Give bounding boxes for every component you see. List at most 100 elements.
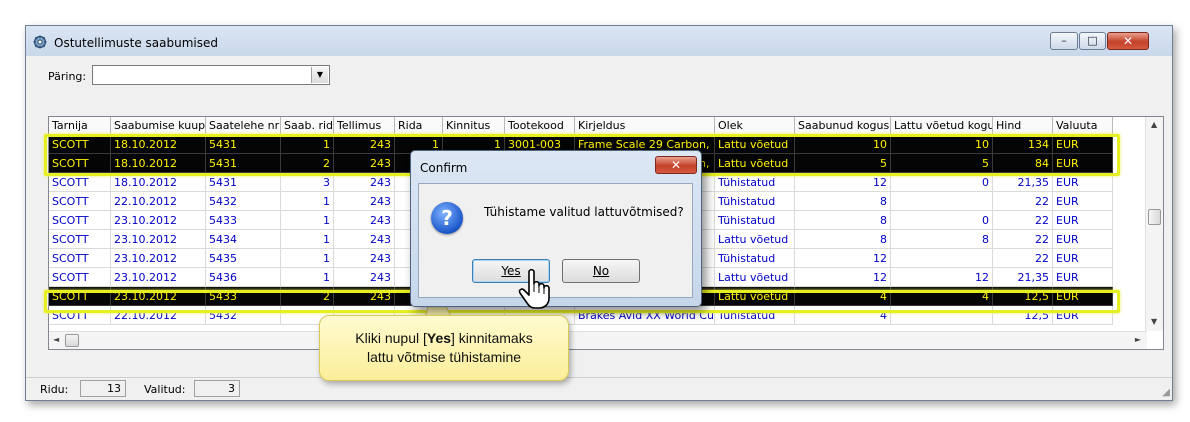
column-header[interactable]: Olek bbox=[715, 117, 795, 135]
table-cell[interactable]: 12 bbox=[891, 268, 993, 287]
table-cell[interactable]: EUR bbox=[1053, 268, 1113, 287]
status-bar: Ridu: 13 Valitud: 3 ◢ bbox=[26, 377, 1172, 400]
callout-text-pre: Kliki nupul [ bbox=[355, 330, 427, 346]
table-cell[interactable]: Tühistatud bbox=[715, 249, 795, 268]
table-cell[interactable]: 22 bbox=[993, 211, 1053, 230]
column-header[interactable]: Valuuta bbox=[1053, 117, 1113, 135]
hand-cursor-icon bbox=[518, 268, 550, 309]
maximize-button[interactable]: □ bbox=[1079, 32, 1106, 50]
query-select[interactable]: ▼ bbox=[92, 65, 330, 85]
column-header[interactable]: Tarnija bbox=[49, 117, 111, 135]
dialog-title: Confirm bbox=[420, 161, 468, 175]
table-cell[interactable]: 22 bbox=[993, 230, 1053, 249]
table-cell[interactable]: SCOTT bbox=[49, 192, 111, 211]
column-header[interactable]: Kinnitus bbox=[443, 117, 505, 135]
minimize-icon: – bbox=[1061, 34, 1067, 47]
table-cell[interactable]: 1 bbox=[281, 211, 334, 230]
table-cell[interactable]: 243 bbox=[334, 230, 395, 249]
table-cell[interactable]: 5436 bbox=[206, 268, 281, 287]
table-cell[interactable]: EUR bbox=[1053, 192, 1113, 211]
scroll-right-icon[interactable]: ► bbox=[1135, 335, 1141, 344]
no-button-label: No bbox=[592, 264, 610, 278]
column-header[interactable]: Saatelehe nr bbox=[206, 117, 281, 135]
horizontal-scrollbar[interactable]: ◄ ► bbox=[49, 331, 1147, 349]
table-cell[interactable]: Tühistatud bbox=[715, 211, 795, 230]
column-header[interactable]: Lattu võetud kogus bbox=[891, 117, 993, 135]
table-cell[interactable]: 243 bbox=[334, 249, 395, 268]
close-icon: ✕ bbox=[1122, 34, 1134, 48]
table-cell[interactable]: 12 bbox=[795, 249, 891, 268]
title-bar[interactable]: Ostutellimuste saabumised – □ ✕ bbox=[26, 26, 1172, 56]
rows-count-label: Ridu: bbox=[40, 383, 69, 396]
table-cell[interactable]: 5432 bbox=[206, 192, 281, 211]
table-cell[interactable]: SCOTT bbox=[49, 268, 111, 287]
column-header[interactable]: Saabunud kogus bbox=[795, 117, 891, 135]
table-cell[interactable]: 5433 bbox=[206, 211, 281, 230]
table-cell[interactable]: 22 bbox=[993, 249, 1053, 268]
table-cell[interactable]: 23.10.2012 bbox=[111, 230, 206, 249]
vertical-scroll-thumb[interactable] bbox=[1148, 209, 1161, 225]
table-cell[interactable]: 8 bbox=[795, 211, 891, 230]
no-button[interactable]: No bbox=[562, 259, 640, 283]
table-cell[interactable]: 22 bbox=[993, 192, 1053, 211]
selected-count-value: 3 bbox=[194, 380, 240, 397]
vertical-scrollbar[interactable]: ▲ ▼ bbox=[1145, 117, 1163, 331]
column-header[interactable]: Saabumise kuup. bbox=[111, 117, 206, 135]
minimize-button[interactable]: – bbox=[1050, 32, 1078, 50]
table-cell[interactable]: 1 bbox=[281, 192, 334, 211]
question-icon: ? bbox=[431, 202, 463, 234]
table-cell[interactable]: 243 bbox=[334, 192, 395, 211]
table-cell[interactable]: EUR bbox=[1053, 230, 1113, 249]
table-cell[interactable]: 21,35 bbox=[993, 268, 1053, 287]
table-cell[interactable] bbox=[891, 192, 993, 211]
column-header[interactable]: Tellimus bbox=[334, 117, 395, 135]
table-cell[interactable] bbox=[891, 249, 993, 268]
instruction-callout: Kliki nupul [Yes] kinnitamaks lattu võtm… bbox=[319, 315, 569, 381]
table-cell[interactable]: EUR bbox=[1053, 249, 1113, 268]
app-icon bbox=[33, 35, 47, 49]
table-cell[interactable]: EUR bbox=[1053, 211, 1113, 230]
scroll-left-icon[interactable]: ◄ bbox=[53, 335, 59, 344]
table-cell[interactable]: 8 bbox=[891, 230, 993, 249]
scroll-down-icon[interactable]: ▼ bbox=[1151, 317, 1157, 326]
table-cell[interactable]: 0 bbox=[891, 211, 993, 230]
table-cell[interactable]: SCOTT bbox=[49, 249, 111, 268]
close-icon: ✕ bbox=[670, 158, 682, 172]
table-cell[interactable]: 22.10.2012 bbox=[111, 192, 206, 211]
column-header[interactable]: Rida bbox=[395, 117, 443, 135]
chevron-down-icon[interactable]: ▼ bbox=[311, 67, 328, 83]
table-cell[interactable]: 243 bbox=[334, 268, 395, 287]
dialog-message: Tühistame valitud lattuvõtmised? bbox=[484, 205, 684, 219]
table-cell[interactable]: 8 bbox=[795, 192, 891, 211]
dialog-close-button[interactable]: ✕ bbox=[655, 156, 697, 174]
table-cell[interactable]: 243 bbox=[334, 211, 395, 230]
column-header[interactable]: Saab. rida bbox=[281, 117, 334, 135]
selected-count-label: Valitud: bbox=[144, 383, 186, 396]
table-cell[interactable]: Lattu võetud bbox=[715, 230, 795, 249]
table-cell[interactable]: 23.10.2012 bbox=[111, 249, 206, 268]
table-cell[interactable]: 23.10.2012 bbox=[111, 211, 206, 230]
table-cell[interactable]: 8 bbox=[795, 230, 891, 249]
callout-text-bold: Yes bbox=[426, 330, 452, 346]
window-title: Ostutellimuste saabumised bbox=[54, 36, 219, 50]
table-cell[interactable]: SCOTT bbox=[49, 230, 111, 249]
table-cell[interactable]: 23.10.2012 bbox=[111, 268, 206, 287]
table-cell[interactable]: 1 bbox=[281, 230, 334, 249]
column-header[interactable]: Tootekood bbox=[505, 117, 575, 135]
horizontal-scroll-thumb[interactable] bbox=[65, 334, 79, 347]
table-cell[interactable]: SCOTT bbox=[49, 211, 111, 230]
table-cell[interactable]: Tühistatud bbox=[715, 192, 795, 211]
table-cell[interactable]: 5434 bbox=[206, 230, 281, 249]
table-cell[interactable]: Lattu võetud bbox=[715, 268, 795, 287]
resize-grip-icon[interactable]: ◢ bbox=[1162, 387, 1170, 398]
query-label: Päring: bbox=[48, 70, 87, 83]
column-header[interactable]: Hind bbox=[993, 117, 1053, 135]
scroll-up-icon[interactable]: ▲ bbox=[1151, 120, 1157, 129]
callout-text-line2: lattu võtmise tühistamine bbox=[366, 349, 522, 365]
column-header[interactable]: Kirjeldus bbox=[575, 117, 715, 135]
table-cell[interactable]: 1 bbox=[281, 249, 334, 268]
table-cell[interactable]: 12 bbox=[795, 268, 891, 287]
table-cell[interactable]: 1 bbox=[281, 268, 334, 287]
table-cell[interactable]: 5435 bbox=[206, 249, 281, 268]
close-button[interactable]: ✕ bbox=[1107, 32, 1149, 50]
